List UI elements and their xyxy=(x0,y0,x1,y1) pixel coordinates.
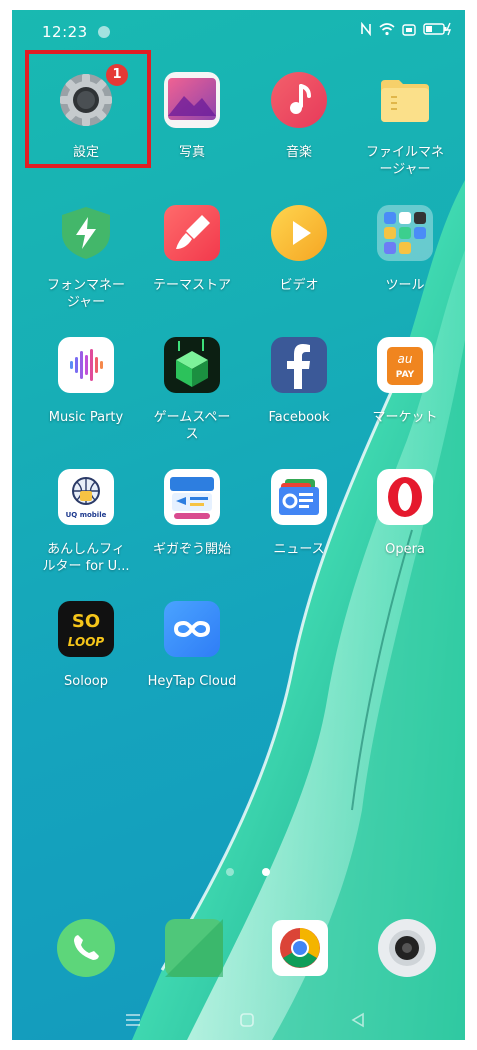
page-indicator xyxy=(12,868,465,878)
app-game-space[interactable]: ゲームスペー ス xyxy=(139,337,245,462)
au-text: au xyxy=(398,352,413,366)
status-time: 12:23 xyxy=(42,23,88,41)
app-file-manager[interactable]: ファイルマネ ージャー xyxy=(352,72,458,197)
menu-icon[interactable] xyxy=(124,1012,142,1033)
camera-icon xyxy=(378,919,436,977)
app-video[interactable]: ビデオ xyxy=(246,205,352,330)
app-soloop[interactable]: SO LOOP Soloop xyxy=(33,601,139,726)
shield-bolt-icon xyxy=(58,205,114,261)
dock-camera[interactable] xyxy=(377,918,437,978)
music-icon xyxy=(271,72,327,128)
app-label: マーケット xyxy=(372,410,438,425)
phone-icon xyxy=(57,919,115,977)
app-opera[interactable]: Opera xyxy=(352,469,458,594)
app-heytap-cloud[interactable]: HeyTap Cloud xyxy=(139,601,245,726)
app-label: あんしんフィ ルター for U... xyxy=(42,542,130,574)
app-news[interactable]: ニュース xyxy=(246,469,352,594)
app-label: 写真 xyxy=(178,145,205,160)
app-tools[interactable]: ツール xyxy=(352,205,458,330)
app-photos[interactable]: 写真 xyxy=(139,72,245,197)
app-giga-hajime[interactable]: ギガぞう開始 xyxy=(139,469,245,594)
home-icon[interactable] xyxy=(238,1012,256,1033)
folder-icon xyxy=(377,72,433,128)
facebook-icon xyxy=(271,337,327,393)
messages-icon xyxy=(165,919,223,977)
sound-bars-icon xyxy=(58,337,114,393)
au-pay-icon: au PAY xyxy=(377,337,433,393)
app-theme-store[interactable]: テーマストア xyxy=(139,205,245,330)
brush-icon xyxy=(164,205,220,261)
uq-text: UQ mobile xyxy=(66,511,107,519)
wifi-icon xyxy=(379,22,395,40)
app-facebook[interactable]: Facebook xyxy=(246,337,352,462)
page-dot-active[interactable] xyxy=(262,868,270,876)
cube-icon xyxy=(164,337,220,393)
soloop-top-text: SO xyxy=(72,611,100,632)
play-icon xyxy=(271,205,327,261)
app-label: 音楽 xyxy=(285,145,312,160)
status-bar: 12:23 xyxy=(12,10,465,54)
page-dot-inactive[interactable] xyxy=(226,868,234,876)
cloud-infinity-icon xyxy=(164,601,220,657)
opera-icon xyxy=(377,469,433,525)
app-label: ビデオ xyxy=(279,278,319,293)
soloop-bottom-text: LOOP xyxy=(68,635,105,649)
app-music-party[interactable]: Music Party xyxy=(33,337,139,462)
sim-icon xyxy=(402,22,416,40)
pay-text: PAY xyxy=(396,370,415,380)
google-news-icon xyxy=(271,469,327,525)
home-screen: 12:23 1 設定 写真 音楽 ファイルマネ ージャー フォンマネー ジャー … xyxy=(12,10,465,1040)
app-label: Music Party xyxy=(48,410,124,425)
notification-badge: 1 xyxy=(106,64,128,86)
battery-charging-icon xyxy=(423,22,453,40)
dock-messages[interactable] xyxy=(164,918,224,978)
soloop-icon: SO LOOP xyxy=(58,601,114,657)
app-label: 設定 xyxy=(72,145,99,160)
app-settings[interactable]: 1 設定 xyxy=(33,64,139,197)
settings-icon xyxy=(58,72,114,128)
app-label: ギガぞう開始 xyxy=(152,542,231,557)
notification-dot-icon xyxy=(98,26,110,38)
app-music[interactable]: 音楽 xyxy=(246,72,352,197)
app-label: ゲームスペー ス xyxy=(153,410,231,442)
navigation-bar xyxy=(12,1006,465,1040)
dock-phone[interactable] xyxy=(56,918,116,978)
nfc-icon xyxy=(360,21,372,40)
app-label: ツール xyxy=(385,278,425,293)
uq-mobile-icon: UQ mobile xyxy=(58,469,114,525)
app-phone-manager[interactable]: フォンマネー ジャー xyxy=(33,205,139,330)
status-icons xyxy=(360,21,453,40)
app-market[interactable]: au PAY マーケット xyxy=(352,337,458,462)
app-label: Soloop xyxy=(64,674,108,689)
photos-icon xyxy=(164,72,220,128)
folder-grid-icon xyxy=(377,205,433,261)
back-icon[interactable] xyxy=(349,1012,367,1033)
app-label: テーマストア xyxy=(152,278,231,293)
gigazo-icon xyxy=(164,469,220,525)
app-label: ニュース xyxy=(273,542,325,557)
chrome-icon xyxy=(272,920,328,976)
dock-chrome[interactable] xyxy=(270,918,330,978)
app-label: Facebook xyxy=(268,410,330,425)
app-label: フォンマネー ジャー xyxy=(46,278,125,310)
app-label: Opera xyxy=(385,542,425,557)
app-label: ファイルマネ ージャー xyxy=(365,145,444,177)
app-anshin-filter[interactable]: UQ mobile あんしんフィ ルター for U... xyxy=(33,469,139,594)
app-label: HeyTap Cloud xyxy=(147,674,237,689)
